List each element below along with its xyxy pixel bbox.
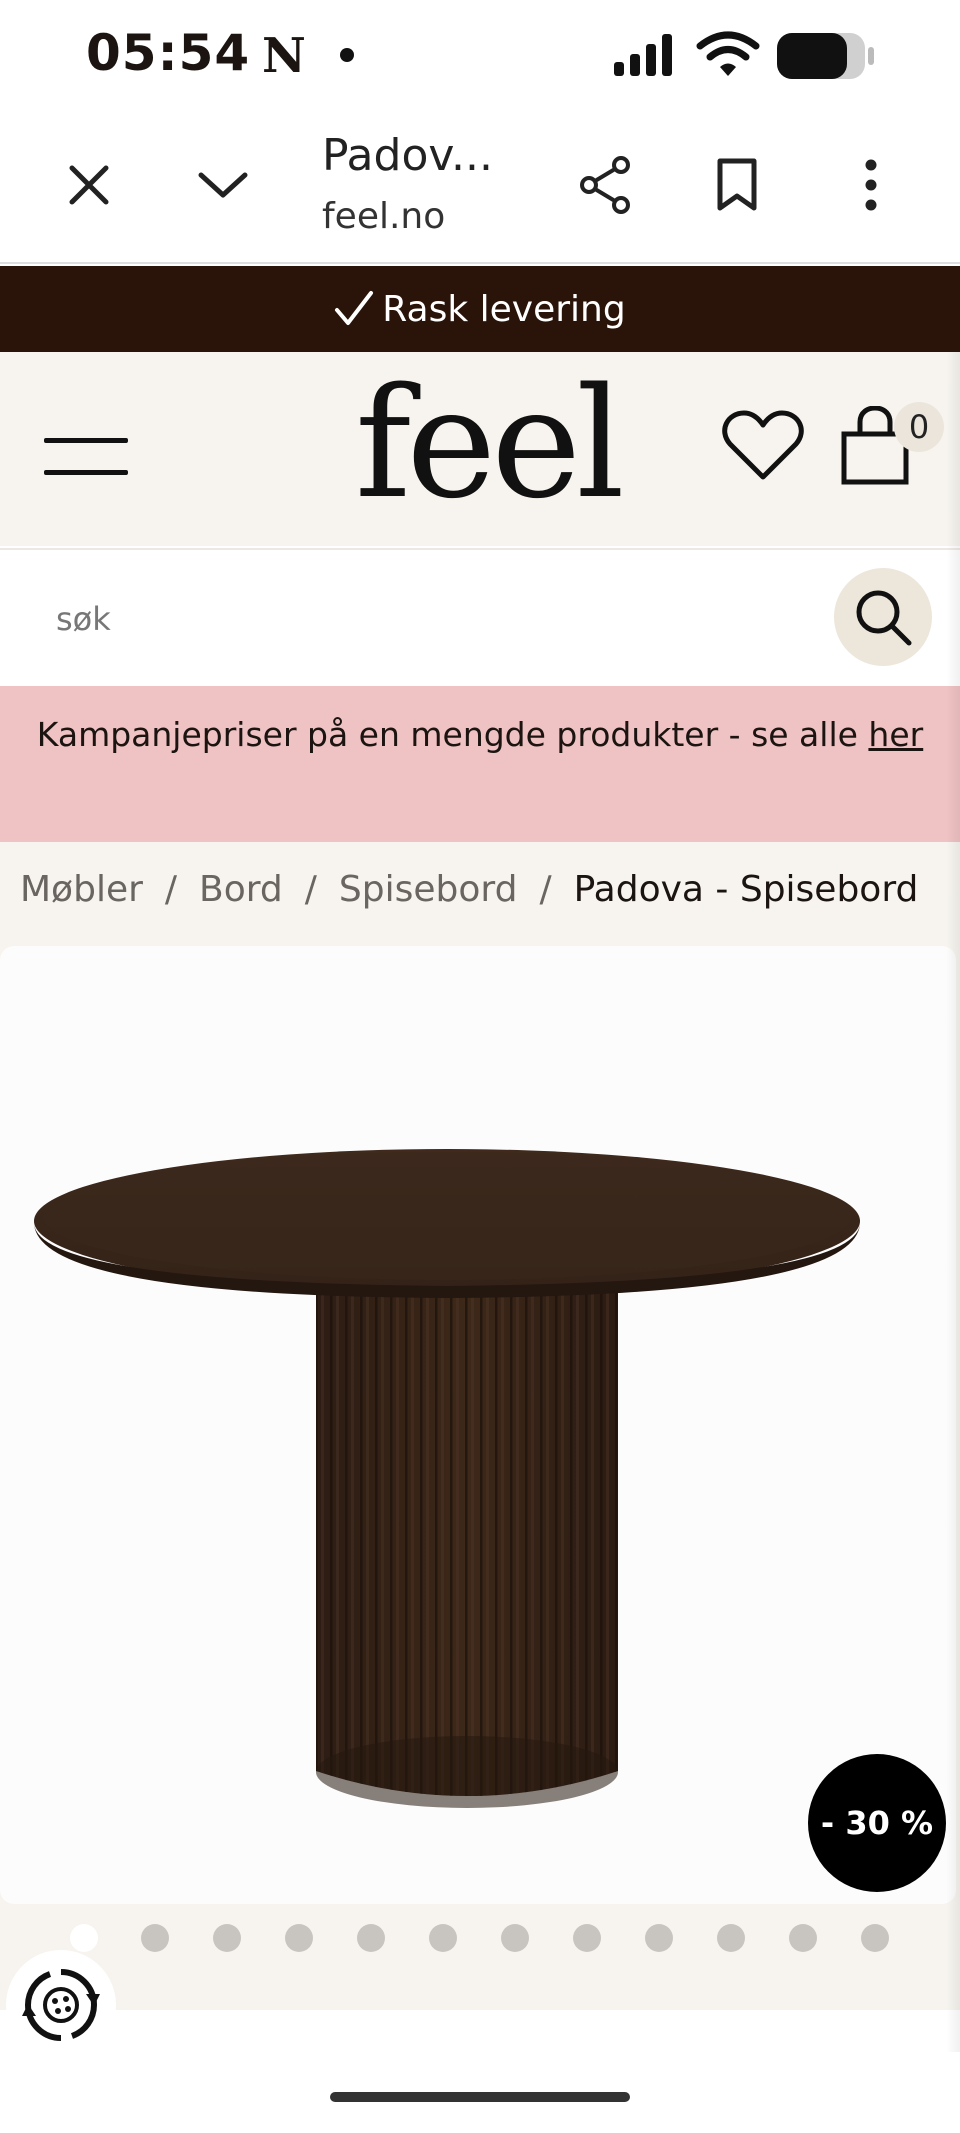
- pagination-dot[interactable]: [429, 1924, 457, 1952]
- breadcrumb-item-mobler[interactable]: Møbler: [20, 869, 143, 910]
- accessibility-button[interactable]: [6, 1950, 116, 2060]
- product-gallery: - 30 %: [0, 946, 960, 2010]
- more-vertical-icon: [864, 158, 878, 212]
- netflix-notification-icon: N: [262, 28, 306, 84]
- chevron-down-icon: [197, 169, 249, 201]
- check-icon: [334, 290, 374, 328]
- pagination-dot[interactable]: [213, 1924, 241, 1952]
- close-icon: [67, 163, 111, 207]
- product-image[interactable]: [0, 946, 956, 1904]
- scroll-edge-shadow: [946, 352, 960, 2052]
- campaign-link[interactable]: her: [868, 715, 923, 754]
- breadcrumb: Møbler / Bord / Spisebord / Padova - Spisebord: [0, 842, 960, 946]
- bookmark-button[interactable]: [702, 150, 772, 220]
- pagination-dot[interactable]: [285, 1924, 313, 1952]
- pagination-dot[interactable]: [861, 1924, 889, 1952]
- accessibility-icon: [20, 1964, 102, 2046]
- share-button[interactable]: [570, 150, 640, 220]
- heart-icon: [722, 410, 804, 482]
- hamburger-menu-icon[interactable]: [44, 434, 128, 478]
- status-time: 05:54: [86, 24, 251, 82]
- more-options-button[interactable]: [836, 150, 906, 220]
- close-tab-button[interactable]: [54, 150, 124, 220]
- pagination-dot[interactable]: [70, 1924, 98, 1952]
- search-button[interactable]: [834, 568, 932, 666]
- minimize-tab-button[interactable]: [188, 150, 258, 220]
- delivery-promo-strip: Rask levering: [0, 266, 960, 352]
- search-icon: [854, 588, 912, 646]
- bookmark-icon: [716, 158, 758, 212]
- pagination-dot[interactable]: [645, 1924, 673, 1952]
- pagination-dot[interactable]: [789, 1924, 817, 1952]
- dining-table-illustration: [34, 1149, 860, 1808]
- discount-badge: - 30 %: [808, 1754, 946, 1892]
- battery-icon: [776, 32, 876, 80]
- status-bar: 05:54 N: [0, 0, 960, 110]
- campaign-text: Kampanjepriser på en mengde produkter - …: [36, 715, 858, 754]
- site-logo[interactable]: feel: [355, 368, 625, 520]
- breadcrumb-item-bord[interactable]: Bord: [199, 869, 283, 910]
- search-input[interactable]: [54, 594, 754, 644]
- image-pagination-dots: [0, 1924, 960, 1954]
- pagination-dot[interactable]: [573, 1924, 601, 1952]
- breadcrumb-item-spisebord[interactable]: Spisebord: [339, 869, 518, 910]
- wishlist-button[interactable]: [722, 410, 804, 482]
- search-bar: [0, 548, 960, 686]
- pagination-dot[interactable]: [717, 1924, 745, 1952]
- breadcrumb-separator: /: [304, 869, 317, 910]
- cart-count-badge: 0: [894, 402, 944, 452]
- site-header: feel 0: [0, 352, 960, 546]
- page-title: Padov...: [322, 130, 493, 181]
- pagination-dot[interactable]: [501, 1924, 529, 1952]
- page-url: feel.no: [322, 196, 446, 237]
- wifi-icon: [696, 30, 760, 78]
- breadcrumb-separator: /: [539, 869, 552, 910]
- campaign-banner: Kampanjepriser på en mengde produkter - …: [0, 686, 960, 842]
- breadcrumb-separator: /: [164, 869, 178, 910]
- pagination-dot[interactable]: [141, 1924, 169, 1952]
- browser-toolbar: Padov... feel.no: [0, 110, 960, 264]
- share-icon: [577, 155, 633, 215]
- breadcrumb-current: Padova - Spisebord: [573, 869, 919, 910]
- home-indicator[interactable]: [330, 2092, 630, 2102]
- cellular-signal-icon: [612, 32, 678, 78]
- notification-dot-icon: [340, 48, 354, 62]
- delivery-promo-text: Rask levering: [382, 288, 626, 330]
- pagination-dot[interactable]: [357, 1924, 385, 1952]
